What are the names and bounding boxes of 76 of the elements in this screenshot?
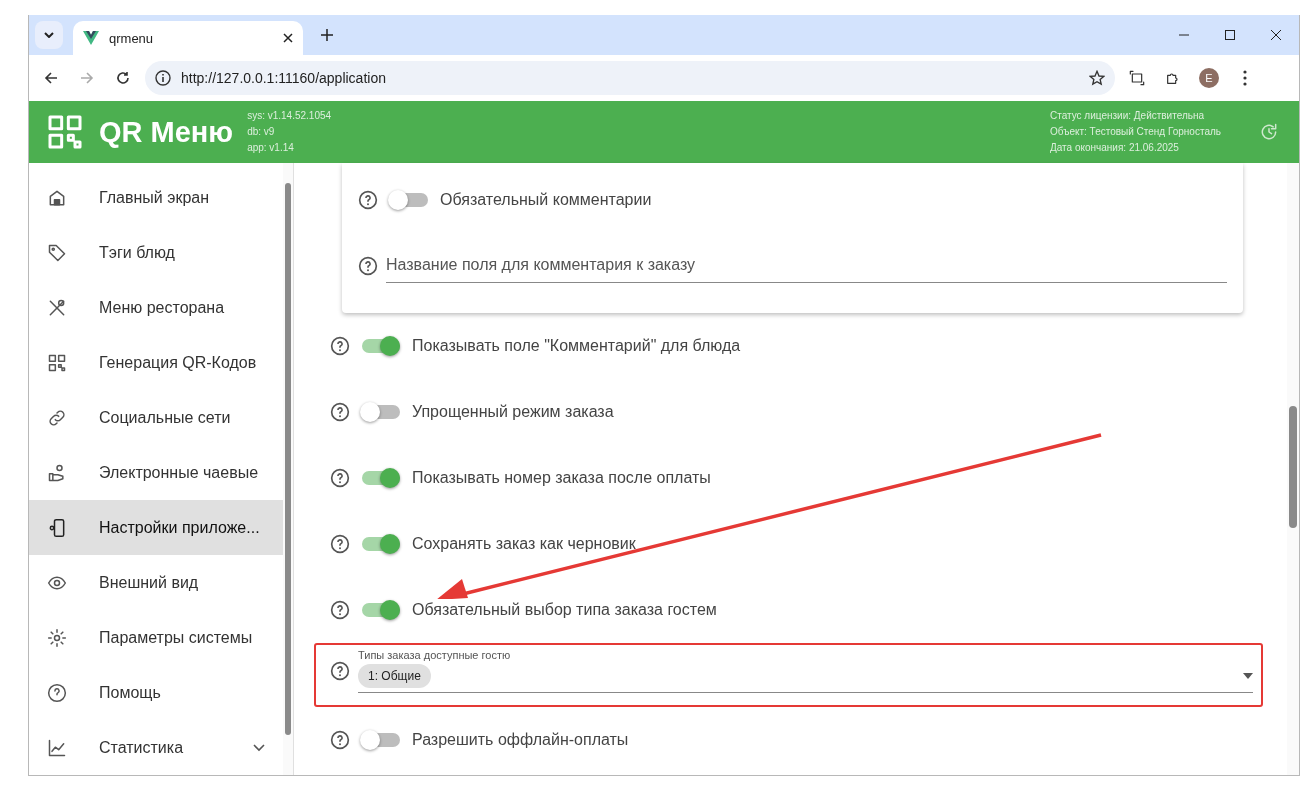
url-text: http://127.0.0.1:11160/application <box>181 70 387 86</box>
sidebar-item[interactable]: Социальные сети <box>29 390 283 446</box>
frame-icon <box>1129 70 1145 86</box>
phone-gear-icon <box>47 517 67 538</box>
setting-label: Показывать номер заказа после оплаты <box>412 469 711 487</box>
tab-list-button[interactable] <box>35 21 63 49</box>
chip: 1: Общие <box>358 664 431 688</box>
help-icon[interactable] <box>330 402 350 422</box>
toggle-switch[interactable] <box>390 193 428 207</box>
browser-tab[interactable]: qrmenu <box>73 21 303 55</box>
setting-label: Сохранять заказ как черновик <box>412 535 636 553</box>
toggle-switch[interactable] <box>362 537 400 551</box>
tag-icon <box>47 243 67 264</box>
sidebar-item[interactable]: Генерация QR-Кодов <box>29 335 283 391</box>
chevron-down-icon[interactable] <box>253 743 265 752</box>
toggle-switch[interactable] <box>362 733 400 747</box>
sidebar-scrollbar[interactable] <box>283 163 293 775</box>
help-icon[interactable] <box>358 190 378 210</box>
help-icon[interactable] <box>330 661 350 681</box>
address-bar[interactable]: http://127.0.0.1:11160/application <box>145 61 1115 95</box>
forward-arrow-icon <box>80 71 94 85</box>
chevron-down-icon <box>44 32 54 38</box>
toggle-switch[interactable] <box>362 471 400 485</box>
toggle-switch[interactable] <box>362 405 400 419</box>
back-arrow-icon <box>44 71 58 85</box>
hand-person-icon <box>47 463 67 483</box>
line-chart-icon <box>47 737 67 758</box>
help-icon[interactable] <box>330 534 350 554</box>
puzzle-icon <box>1165 70 1181 86</box>
help-icon[interactable] <box>358 256 378 276</box>
star-icon[interactable] <box>1089 70 1105 86</box>
help-icon[interactable] <box>330 600 350 620</box>
setting-label: Обязательный выбор типа заказа гостем <box>412 601 717 619</box>
info-icon <box>155 70 171 86</box>
dropdown-caret-icon[interactable] <box>1243 673 1253 679</box>
tab-title: qrmenu <box>109 30 155 46</box>
sidebar-item[interactable]: Статистика <box>29 720 283 775</box>
setting-label: Обязательный комментарии <box>440 191 652 209</box>
license-info-text: Статус лицензии: Действительна <box>1049 109 1206 123</box>
maximize-icon <box>1225 30 1235 40</box>
close-icon[interactable] <box>283 33 293 43</box>
setting-label: Упрощенный режим заказа <box>412 403 614 421</box>
help-icon[interactable] <box>330 468 350 488</box>
v-logo-icon <box>83 31 99 45</box>
sidebar-item[interactable]: Параметры системы <box>29 610 283 666</box>
toggle-switch[interactable] <box>362 603 400 617</box>
sidebar-item[interactable]: Тэги блюд <box>29 225 283 281</box>
sidebar-item[interactable]: Внешний вид <box>29 555 283 611</box>
license-info-text: Дата окончания: 21.06.2025 <box>1049 141 1180 155</box>
refresh-icon <box>1259 122 1279 142</box>
sidebar-item[interactable]: Меню ресторана <box>29 280 283 336</box>
qr-code-icon <box>47 353 67 374</box>
more-icon <box>1243 70 1247 86</box>
help-circle-icon <box>47 682 67 703</box>
app-title: QR Меню <box>99 115 234 149</box>
help-icon[interactable] <box>330 730 350 750</box>
toggle-switch[interactable] <box>362 339 400 353</box>
plus-icon <box>321 29 333 41</box>
link-icon <box>47 408 67 429</box>
setting-label: Показывать поле "Комментарий" для блюда <box>412 337 741 355</box>
help-icon[interactable] <box>330 336 350 356</box>
order-types-select[interactable]: Типы заказа доступные гостю 1: Общие <box>358 649 1253 693</box>
select-label: Типы заказа доступные гостю <box>358 649 512 661</box>
version-text: db: v9 <box>247 125 276 139</box>
setting-label: Разрешить оффлайн-оплаты <box>412 731 629 749</box>
sidebar-item[interactable]: Помощь <box>29 665 283 721</box>
version-text: app: v1.14 <box>247 141 295 155</box>
content-scrollbar[interactable] <box>1287 163 1299 775</box>
license-info-text: Объект: Тестовый Стенд Горносталь <box>1049 125 1221 139</box>
sidebar-item[interactable]: Электронные чаевые <box>29 445 283 501</box>
sidebar-item[interactable]: Главный экран <box>29 171 283 226</box>
minimize-icon <box>1179 34 1189 36</box>
reload-icon <box>116 71 130 85</box>
close-icon <box>1271 30 1281 40</box>
sidebar-item[interactable]: Настройки приложе... <box>29 500 283 556</box>
version-text: sys: v1.14.52.1054 <box>247 109 332 123</box>
